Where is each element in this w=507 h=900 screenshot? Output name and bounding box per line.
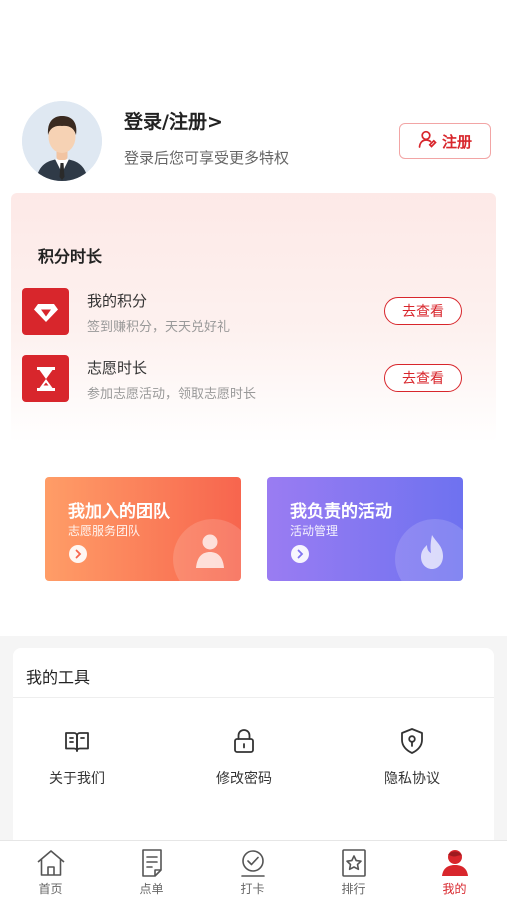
volunteer-hours-subtitle: 参加志愿活动，领取志愿时长 (87, 387, 257, 402)
tools-card: 我的工具 关于我们 修改密码 隐私协议 (13, 648, 494, 848)
hourglass-icon (22, 355, 69, 402)
tab-order[interactable]: 点单 (101, 841, 202, 900)
flame-icon (415, 532, 449, 576)
register-button[interactable]: 注册 (399, 123, 491, 159)
privacy-policy-label: 隐私协议 (384, 771, 440, 787)
my-team-title: 我加入的团队 (68, 502, 170, 522)
tab-ranking[interactable]: 排行 (303, 841, 404, 900)
my-team-subtitle: 志愿服务团队 (68, 524, 141, 538)
check-in-icon (236, 846, 270, 880)
my-points-subtitle: 签到赚积分，天天兑好礼 (87, 320, 231, 335)
tab-home[interactable]: 首页 (0, 841, 101, 900)
privacy-policy-tool[interactable]: 隐私协议 (357, 726, 467, 796)
tab-check-in[interactable]: 打卡 (202, 841, 303, 900)
diamond-icon (22, 288, 69, 335)
tab-home-label: 首页 (38, 882, 63, 896)
lock-icon (229, 726, 259, 756)
my-activity-card[interactable]: 我负责的活动 活动管理 (267, 477, 463, 581)
book-icon (62, 726, 92, 756)
points-card: 积分时长 我的积分 签到赚积分，天天兑好礼 去查看 志愿时长 参加志愿活动，领取… (11, 193, 496, 443)
view-hours-button[interactable]: 去查看 (384, 364, 462, 392)
tab-order-label: 点单 (139, 882, 164, 896)
about-us-label: 关于我们 (49, 771, 105, 787)
chevron-right-icon (69, 545, 87, 563)
home-icon (34, 846, 68, 880)
tools-title: 我的工具 (26, 668, 91, 687)
volunteer-hours-row[interactable]: 志愿时长 参加志愿活动，领取志愿时长 去查看 (11, 355, 496, 415)
order-icon (135, 846, 169, 880)
shield-lock-icon (397, 726, 427, 756)
change-password-label: 修改密码 (216, 771, 272, 787)
profile-icon (438, 846, 472, 880)
points-section-title: 积分时长 (38, 247, 103, 266)
my-points-title: 我的积分 (87, 292, 148, 310)
my-team-card[interactable]: 我加入的团队 志愿服务团队 (45, 477, 241, 581)
about-us-tool[interactable]: 关于我们 (22, 726, 132, 796)
bottom-tab-bar: 首页 点单 打卡 排行 我的 (0, 840, 507, 900)
login-subtitle: 登录后您可享受更多特权 (124, 149, 290, 167)
my-points-row[interactable]: 我的积分 签到赚积分，天天兑好礼 去查看 (11, 288, 496, 348)
my-activity-subtitle: 活动管理 (290, 524, 339, 538)
user-add-icon (418, 129, 438, 153)
tab-mine[interactable]: 我的 (404, 841, 505, 900)
my-activity-title: 我负责的活动 (290, 502, 392, 522)
register-label: 注册 (441, 132, 472, 151)
tab-ranking-label: 排行 (341, 882, 366, 896)
divider (13, 697, 494, 698)
login-register-link[interactable]: 登录/注册> (124, 107, 223, 134)
avatar[interactable] (22, 101, 102, 181)
volunteer-hours-title: 志愿时长 (87, 359, 148, 377)
tab-check-in-label: 打卡 (240, 882, 265, 896)
chevron-right-icon (291, 545, 309, 563)
profile-header: 登录/注册> 登录后您可享受更多特权 注册 (0, 95, 507, 185)
change-password-tool[interactable]: 修改密码 (189, 726, 299, 796)
view-points-button[interactable]: 去查看 (384, 297, 462, 325)
ranking-icon (337, 846, 371, 880)
tab-mine-label: 我的 (442, 882, 467, 896)
person-icon (193, 532, 227, 576)
